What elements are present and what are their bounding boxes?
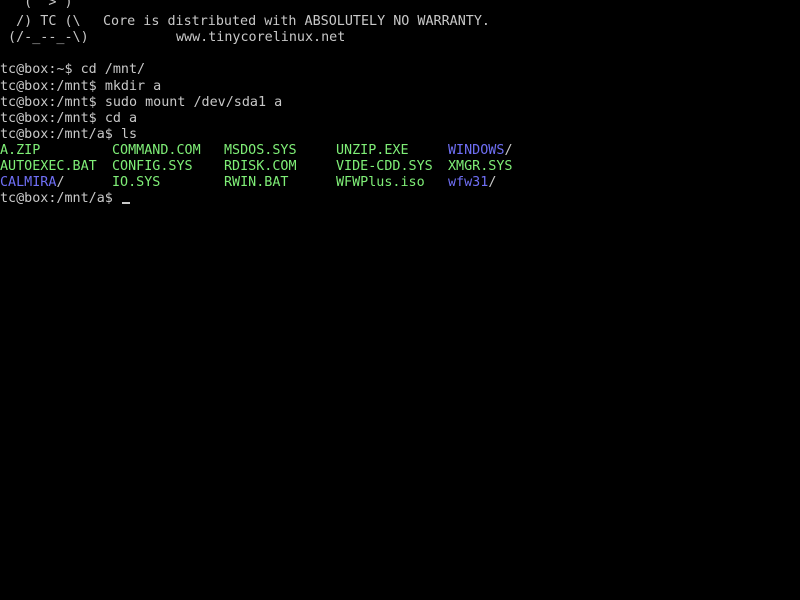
history-line: tc@box:~$ cd /mnt/ xyxy=(0,62,145,78)
shell-prompt: tc@box:~$ xyxy=(0,62,73,77)
tinycore-url: www.tinycorelinux.net xyxy=(176,30,346,45)
file-entry: RWIN.BAT xyxy=(224,175,289,190)
shell-prompt: tc@box:/mnt/a$ xyxy=(0,127,113,142)
tc-logo-art-middle: /) TC (\ xyxy=(0,14,81,29)
shell-prompt: tc@box:/mnt$ xyxy=(0,111,97,126)
file-entry: MSDOS.SYS xyxy=(224,143,297,158)
file-entry: IO.SYS xyxy=(112,175,161,190)
file-entry: VIDE-CDD.SYS xyxy=(336,159,433,174)
file-entry: RDISK.COM xyxy=(224,159,297,174)
directory-name: wfw31 xyxy=(448,175,489,190)
directory-entry: WINDOWS/ xyxy=(448,143,513,159)
shell-command: cd a xyxy=(104,111,138,126)
shell-command: cd /mnt/ xyxy=(80,62,146,77)
tc-logo-art-top: ( '>') xyxy=(0,0,73,10)
banner-art-line-1: ( '>') xyxy=(0,0,72,11)
banner-line-3: (/-_--_-\) www.tinycorelinux.net xyxy=(0,30,345,46)
tc-logo-art-bottom: (/-_--_-\) xyxy=(0,30,89,45)
shell-prompt: tc@box:/mnt/a$ xyxy=(0,191,113,206)
directory-entry: wfw31/ xyxy=(448,175,496,191)
shell-command: mkdir a xyxy=(104,79,162,94)
history-line: tc@box:/mnt$ sudo mount /dev/sda1 a xyxy=(0,95,282,111)
shell-command: ls xyxy=(120,127,138,142)
directory-suffix: / xyxy=(504,143,513,158)
banner-line-2: /) TC (\ Core is distributed with ABSOLU… xyxy=(0,14,490,30)
directory-suffix: / xyxy=(56,175,65,190)
terminal-screen[interactable]: ( '>') /) TC (\ Core is distributed with… xyxy=(0,0,800,600)
current-command-line[interactable]: tc@box:/mnt/a$ xyxy=(0,191,130,207)
file-entry: WFWPlus.iso xyxy=(336,175,425,190)
file-entry: AUTOEXEC.BAT xyxy=(0,159,97,174)
shell-command: sudo mount /dev/sda1 a xyxy=(104,95,283,110)
file-entry: COMMAND.COM xyxy=(112,143,201,158)
history-line: tc@box:/mnt$ cd a xyxy=(0,111,137,127)
directory-suffix: / xyxy=(488,175,497,190)
history-line: tc@box:/mnt$ mkdir a xyxy=(0,79,161,95)
text-cursor xyxy=(121,202,130,204)
file-entry: CONFIG.SYS xyxy=(112,159,193,174)
file-entry: UNZIP.EXE xyxy=(336,143,409,158)
shell-prompt: tc@box:/mnt$ xyxy=(0,95,97,110)
directory-entry: CALMIRA/ xyxy=(0,175,65,191)
warranty-message: Core is distributed with ABSOLUTELY NO W… xyxy=(103,14,490,29)
directory-name: CALMIRA xyxy=(0,175,57,190)
file-entry: XMGR.SYS xyxy=(448,159,513,174)
shell-prompt: tc@box:/mnt$ xyxy=(0,79,97,94)
history-line: tc@box:/mnt/a$ ls xyxy=(0,127,137,143)
file-entry: A.ZIP xyxy=(0,143,41,158)
directory-name: WINDOWS xyxy=(448,143,505,158)
ls-output: A.ZIP COMMAND.COM MSDOS.SYS UNZIP.EXE WI… xyxy=(0,143,800,191)
